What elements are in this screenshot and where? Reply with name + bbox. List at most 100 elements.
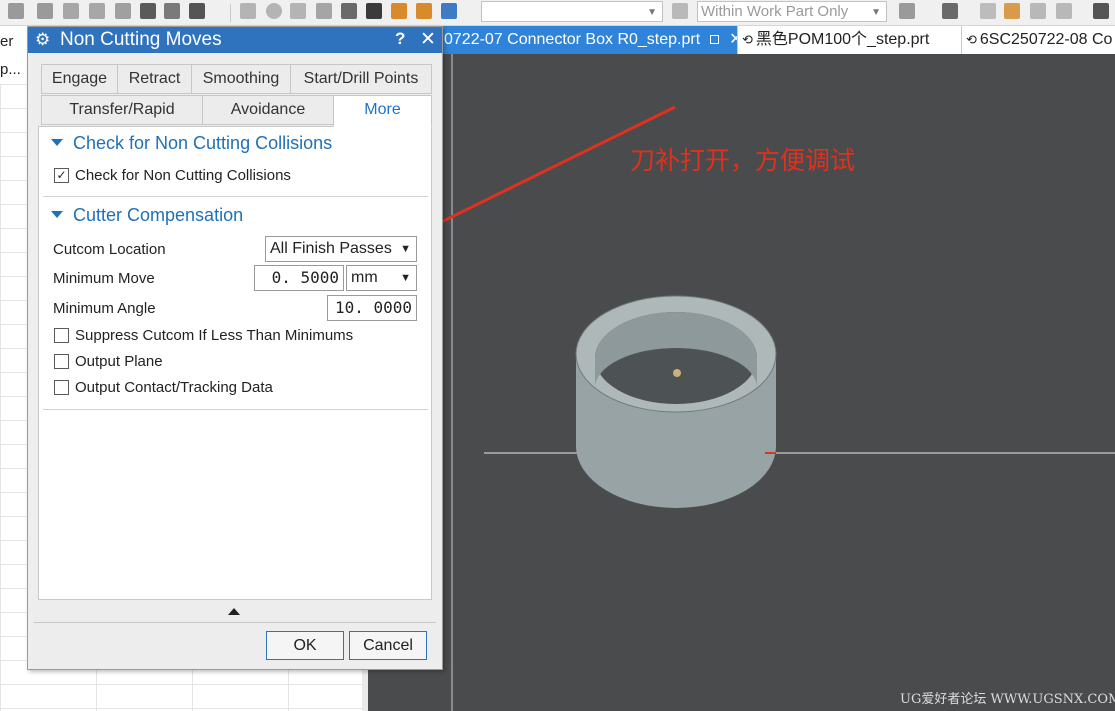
layers-icon[interactable] — [164, 3, 180, 19]
cube-icon[interactable] — [980, 3, 996, 19]
document-tab-bar: 0722-07 Connector Box R0_step.prt ✕ ⟲ 黑色P… — [440, 26, 1115, 54]
tab-label: Retract — [128, 70, 181, 87]
doc-tab-connector-box[interactable]: 0722-07 Connector Box R0_step.prt ✕ — [440, 26, 737, 54]
checkbox-output-contact[interactable] — [54, 379, 69, 395]
doc-tab-6sc[interactable]: ⟲ 6SC250722-08 Co — [961, 26, 1115, 54]
group-title: Cutter Compensation — [73, 205, 244, 225]
wrench-icon[interactable] — [341, 3, 357, 19]
chevron-down-icon: ▼ — [400, 243, 411, 255]
group-divider — [43, 196, 428, 197]
non-cutting-moves-dialog: ⚙ Non Cutting Moves ? ✕ Engage Retract S… — [27, 26, 443, 670]
checkbox-output-plane[interactable] — [54, 353, 69, 369]
chevron-down-icon: ▼ — [647, 7, 657, 18]
cube-orange-icon[interactable] — [1004, 3, 1020, 19]
collapse-dialog-icon[interactable] — [228, 608, 240, 615]
wcs-icon[interactable] — [1093, 3, 1109, 19]
assembly-dropdown-icon[interactable] — [189, 3, 205, 19]
tab-smoothing[interactable]: Smoothing — [191, 64, 291, 94]
tab-more[interactable]: More — [333, 95, 432, 127]
group-divider — [43, 409, 428, 410]
close-icon[interactable]: ✕ — [420, 28, 436, 51]
dialog-title: Non Cutting Moves — [60, 29, 222, 50]
minimum-move-unit-select[interactable]: mm ▼ — [346, 265, 417, 291]
collapse-triangle-icon — [51, 138, 63, 146]
funnel-icon[interactable] — [672, 3, 688, 19]
tab-label: Smoothing — [202, 70, 280, 87]
tab-label: Transfer/Rapid — [69, 101, 175, 118]
gear-icon: ⚙ — [35, 30, 51, 49]
group-check-collisions[interactable]: Check for Non Cutting Collisions — [51, 133, 332, 154]
tab-start-drill-points[interactable]: Start/Drill Points — [290, 64, 432, 94]
more-tab-panel: Check for Non Cutting Collisions ✓ Check … — [38, 126, 432, 600]
tab-engage[interactable]: Engage — [41, 64, 118, 94]
restore-icon[interactable] — [709, 35, 719, 44]
snap-options-icon[interactable] — [942, 3, 958, 19]
chevron-down-icon: ▼ — [871, 7, 881, 18]
select-all-icon[interactable] — [37, 3, 53, 19]
tab-label: Start/Drill Points — [303, 70, 419, 87]
main-toolbar: ▼ Within Work Part Only ▼ — [0, 0, 1115, 26]
scope-combo[interactable]: Within Work Part Only ▼ — [697, 1, 887, 22]
eye-icon[interactable] — [1056, 3, 1072, 19]
sphere-icon[interactable] — [266, 3, 282, 19]
navigator-header-text: er — [0, 33, 14, 50]
doc-tab-label: 0722-07 Connector Box R0_step.prt — [444, 31, 701, 48]
stack-icon[interactable] — [115, 3, 131, 19]
part-nav-icon[interactable] — [366, 3, 382, 19]
component-icon[interactable] — [240, 3, 256, 19]
minimum-move-label: Minimum Move — [53, 270, 155, 287]
help-icon[interactable]: ? — [395, 29, 405, 49]
forum-watermark: UG爱好者论坛 WWW.UGSNX.COM — [900, 692, 1115, 707]
filter-tree-icon[interactable] — [63, 3, 79, 19]
checkbox-label: Check for Non Cutting Collisions — [75, 167, 291, 184]
copy-icon[interactable] — [316, 3, 332, 19]
minimum-angle-input[interactable]: 10. 0000 — [327, 295, 417, 321]
view-icon[interactable] — [140, 3, 156, 19]
part-blue-icon[interactable] — [441, 3, 457, 19]
navigator-row-text: p... — [0, 61, 21, 78]
minimum-angle-value: 10. 0000 — [334, 298, 412, 317]
pattern-icon[interactable] — [290, 3, 306, 19]
group-icon[interactable] — [89, 3, 105, 19]
minimum-move-unit: mm — [351, 269, 378, 286]
close-tab-icon[interactable]: ✕ — [729, 31, 737, 48]
output-plane-row[interactable]: Output Plane — [54, 353, 163, 370]
ok-button[interactable]: OK — [266, 631, 344, 660]
part-orange-icon[interactable] — [391, 3, 407, 19]
group-title: Check for Non Cutting Collisions — [73, 133, 333, 153]
dialog-title-bar[interactable]: ⚙ Non Cutting Moves ? ✕ — [28, 27, 442, 53]
tab-label: Avoidance — [230, 101, 306, 118]
annotation-note: 刀补打开，方便调试 — [630, 146, 856, 175]
select-icon[interactable] — [8, 3, 24, 19]
suppress-cutcom-row[interactable]: Suppress Cutcom If Less Than Minimums — [54, 327, 353, 344]
group-cutter-compensation[interactable]: Cutter Compensation — [51, 205, 243, 226]
checkbox-check-collisions[interactable]: ✓ — [54, 167, 69, 183]
minimum-move-input[interactable]: 0. 5000 — [254, 265, 344, 291]
tab-label: Engage — [51, 70, 108, 87]
scope-combo-value: Within Work Part Only — [701, 3, 849, 20]
tab-label: More — [364, 101, 401, 118]
checkbox-suppress-cutcom[interactable] — [54, 327, 69, 343]
doc-tab-label: 黑色POM100个_step.prt — [755, 31, 930, 48]
tab-transfer-rapid[interactable]: Transfer/Rapid — [41, 95, 203, 125]
measure-icon[interactable] — [1030, 3, 1046, 19]
cancel-button[interactable]: Cancel — [349, 631, 427, 660]
dialog-footer-divider — [34, 622, 436, 623]
refresh-icon: ⟲ — [966, 32, 977, 47]
check-collisions-row[interactable]: ✓ Check for Non Cutting Collisions — [54, 167, 291, 184]
doc-tab-label: 6SC250722-08 Co — [979, 31, 1113, 48]
tab-avoidance[interactable]: Avoidance — [202, 95, 334, 125]
checkbox-label: Output Plane — [75, 353, 163, 370]
output-contact-row[interactable]: Output Contact/Tracking Data — [54, 379, 273, 396]
part-orange-alt-icon[interactable] — [416, 3, 432, 19]
minimum-move-value: 0. 5000 — [271, 268, 339, 287]
refresh-icon: ⟲ — [742, 32, 753, 47]
doc-tab-pom[interactable]: ⟲ 黑色POM100个_step.prt — [737, 26, 961, 54]
cutcom-location-select[interactable]: All Finish Passes ▼ — [265, 236, 417, 262]
snap-point-icon[interactable] — [899, 3, 915, 19]
chevron-down-icon: ▼ — [400, 272, 411, 284]
cutcom-location-value: All Finish Passes — [270, 240, 392, 257]
type-filter-combo[interactable]: ▼ — [481, 1, 663, 22]
tab-retract[interactable]: Retract — [117, 64, 192, 94]
minimum-angle-label: Minimum Angle — [53, 300, 156, 317]
